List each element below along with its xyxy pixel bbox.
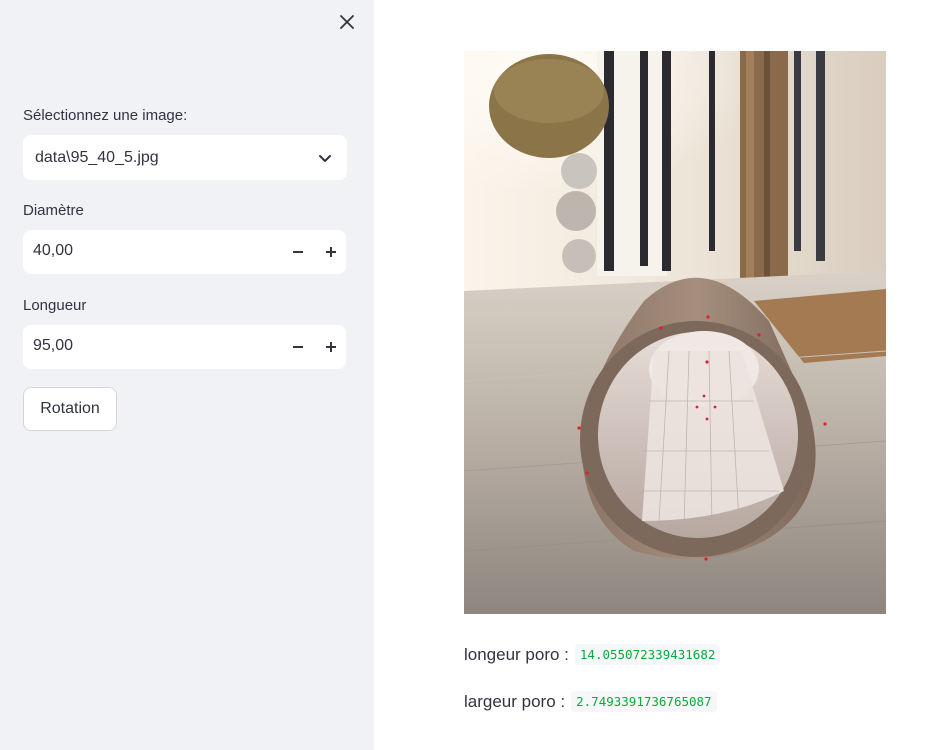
diametre-number-input: 40,00 bbox=[23, 230, 346, 274]
sidebar: Sélectionnez une image: data\95_40_5.jpg… bbox=[0, 0, 374, 750]
diametre-label: Diamètre bbox=[23, 202, 84, 219]
plus-icon bbox=[326, 247, 336, 257]
image-select[interactable]: data\95_40_5.jpg bbox=[23, 135, 347, 180]
longueur-number-input: 95,00 bbox=[23, 325, 346, 369]
longueur-value[interactable]: 95,00 bbox=[33, 337, 73, 355]
chevron-down-icon bbox=[319, 155, 331, 162]
rotation-button[interactable]: Rotation bbox=[23, 387, 117, 431]
longueur-increment-button[interactable] bbox=[316, 325, 346, 369]
diametre-value[interactable]: 40,00 bbox=[33, 242, 73, 260]
result-largeur-value: 2.7493391736765087 bbox=[571, 691, 717, 712]
diametre-increment-button[interactable] bbox=[316, 230, 346, 274]
minus-icon bbox=[293, 346, 303, 348]
longueur-decrement-button[interactable] bbox=[280, 325, 316, 369]
result-largeur-label: largeur poro : bbox=[464, 691, 566, 711]
result-longueur-label: longeur poro : bbox=[464, 644, 569, 664]
photo-illustration bbox=[464, 51, 886, 614]
close-sidebar-button[interactable] bbox=[336, 11, 358, 33]
result-largeur-poro: largeur poro : 2.7493391736765087 bbox=[464, 691, 717, 712]
result-longueur-value: 14.055072339431682 bbox=[574, 644, 721, 665]
close-icon bbox=[340, 15, 354, 29]
minus-icon bbox=[293, 251, 303, 253]
image-select-value: data\95_40_5.jpg bbox=[35, 148, 159, 166]
image-select-label: Sélectionnez une image: bbox=[23, 107, 188, 124]
plus-icon bbox=[326, 342, 336, 352]
diametre-decrement-button[interactable] bbox=[280, 230, 316, 274]
result-longueur-poro: longeur poro : 14.055072339431682 bbox=[464, 644, 721, 665]
longueur-label: Longueur bbox=[23, 297, 87, 314]
cardboard-tube-photo bbox=[464, 51, 886, 614]
main-content: longeur poro : 14.055072339431682 largeu… bbox=[374, 0, 949, 750]
